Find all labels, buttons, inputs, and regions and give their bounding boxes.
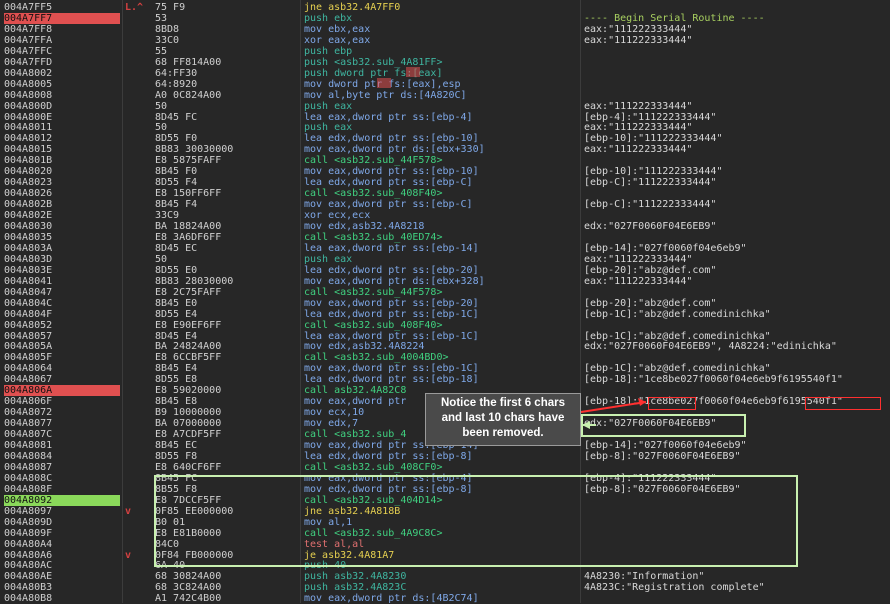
annotation-note-line: Notice the first 6 chars	[441, 397, 565, 409]
fs-segment-highlight	[377, 78, 391, 88]
annotation-note-line: and last 10 chars have	[441, 412, 565, 424]
fs-segment-highlight	[406, 67, 420, 77]
annotation-note: Notice the first 6 chars and last 10 cha…	[425, 393, 581, 446]
annotation-arrows	[580, 398, 647, 429]
annotation-note-line: been removed.	[462, 427, 544, 439]
